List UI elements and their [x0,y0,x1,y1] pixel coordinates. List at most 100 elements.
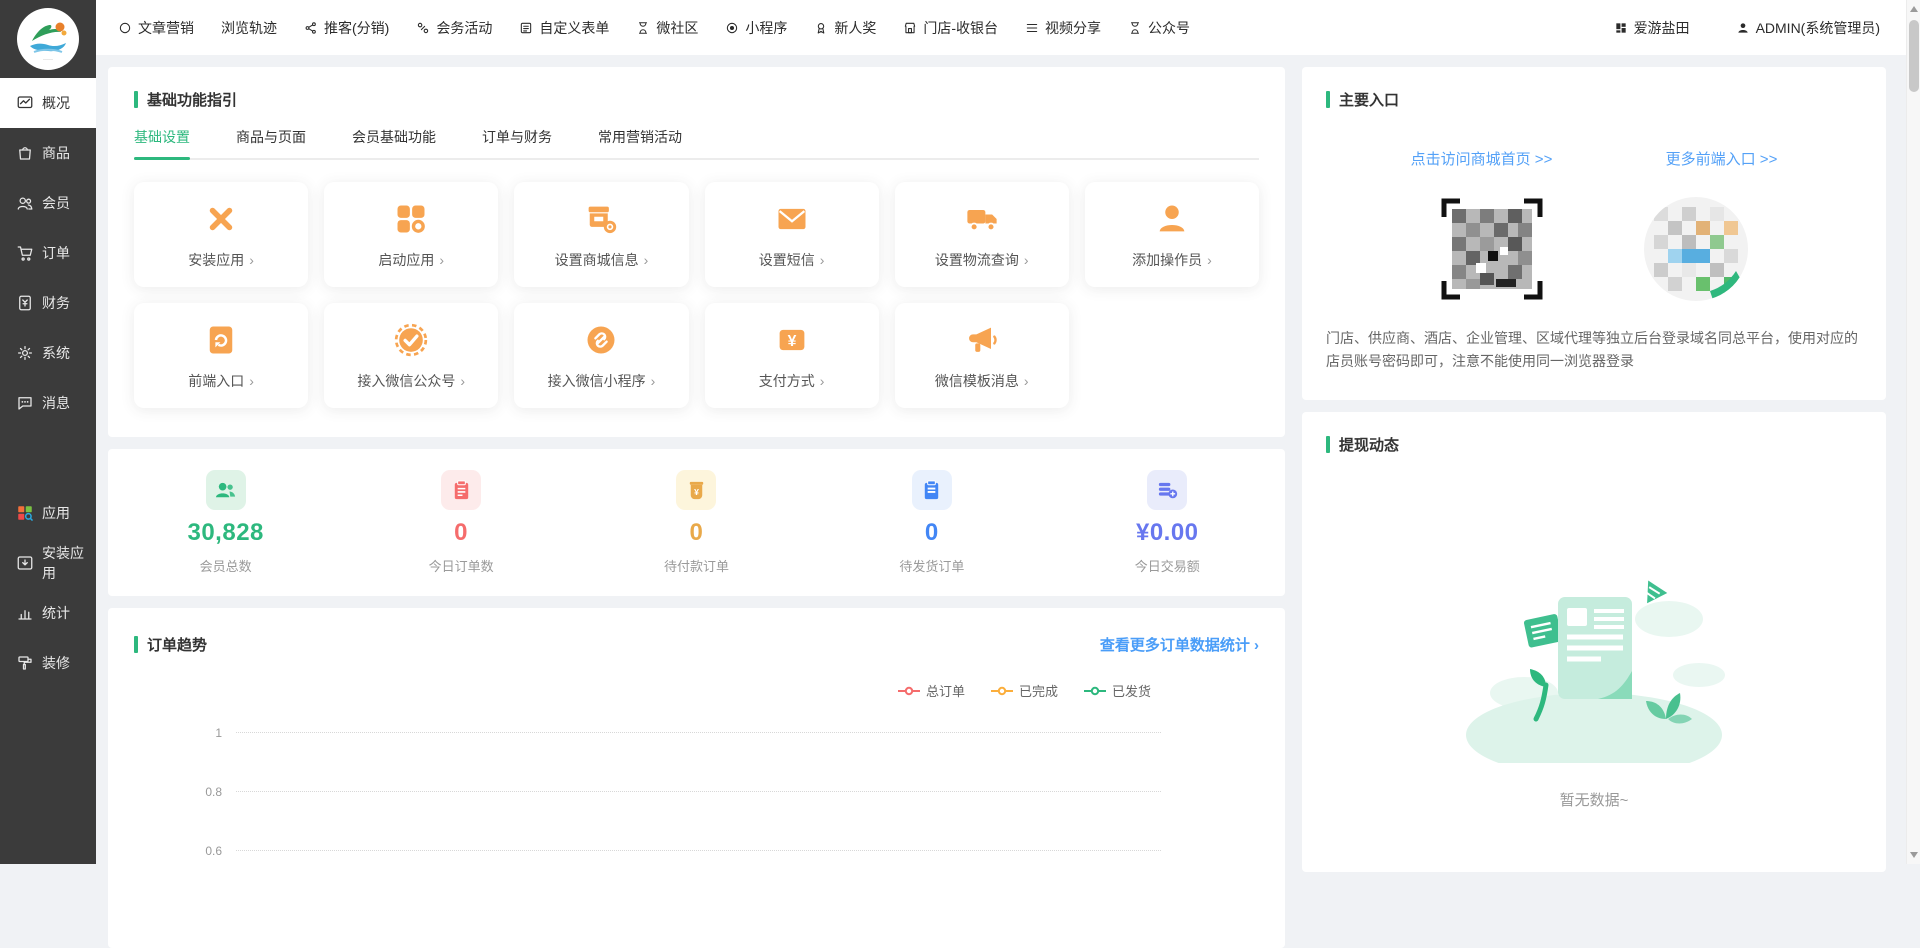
stat-value: 0 [381,519,541,547]
topnav-label: 微社区 [656,18,698,38]
card-wechat-miniapp[interactable]: 接入微信小程序› [514,303,688,408]
store-name-label: 爱游盐田 [1634,18,1690,38]
card-sms[interactable]: 设置短信› [705,182,879,287]
sidebar-item-label: 概况 [42,93,70,113]
sidebar-item-install-apps[interactable]: 安装应用 [0,538,96,588]
gear-icon [16,344,34,362]
chat-bubble-icon [16,394,34,412]
card-wechat-template-msg[interactable]: 微信模板消息› [895,303,1069,408]
link-icon [416,21,430,35]
topnav-user-menu[interactable]: ADMIN(系统管理员) [1736,18,1880,38]
miniapp-qr-code [1640,193,1752,305]
list-icon [1025,21,1039,35]
sidebar-item-goods[interactable]: 商品 [0,128,96,178]
share-icon [304,21,318,35]
tab-basic-settings[interactable]: 基础设置 [134,127,190,158]
visit-mall-home-link[interactable]: 点击访问商城首页 >> [1411,148,1553,169]
topnav-label: 门店-收银台 [923,18,998,38]
yen-jar-icon: ¥ [685,479,708,502]
card-payment-method[interactable]: ¥ 支付方式› [705,303,879,408]
topnav-item-miniprogram[interactable]: 小程序 [725,18,787,38]
more-frontend-entries-link[interactable]: 更多前端入口 >> [1666,148,1778,169]
chevron-right-icon: › [820,252,825,268]
order-clipboard-icon [450,479,473,502]
sidebar-item-label: 订单 [42,243,70,263]
svg-text:·····: ····· [43,57,53,63]
main-entry-title: 主要入口 [1339,89,1399,110]
topnav-store-name[interactable]: 爱游盐田 [1614,18,1690,38]
tab-marketing[interactable]: 常用营销活动 [598,127,682,158]
topnav-item-official-account[interactable]: 公众号 [1128,18,1190,38]
card-logistics[interactable]: 设置物流查询› [895,182,1069,287]
sidebar-item-overview[interactable]: 概况 [0,78,96,128]
stat-total-members: 30,828 会员总数 [146,470,306,575]
storefront-gear-icon [583,201,619,237]
topnav-item-custom-form[interactable]: 自定义表单 [519,18,609,38]
stat-value: 0 [852,519,1012,547]
megaphone-icon [964,322,1000,358]
card-launch-app[interactable]: 启动应用› [324,182,498,287]
legend-item-shipped[interactable]: 已发货 [1084,681,1151,700]
app-grid-icon [393,201,429,237]
stats-panel: 30,828 会员总数 0 今日订单数 ¥ 0 待付款订单 [108,449,1285,596]
panel-accent-bar [134,91,138,108]
legend-marker-icon [1084,686,1106,696]
app-logo[interactable]: ····· [17,8,79,70]
scrollbar-thumb[interactable] [1909,20,1919,92]
topnav-item-browse-track[interactable]: 浏览轨迹 [221,18,277,38]
topnav-item-newbie-award[interactable]: 新人奖 [814,18,876,38]
tab-goods-pages[interactable]: 商品与页面 [236,127,306,158]
card-install-app[interactable]: 安装应用› [134,182,308,287]
guide-cards-row2: 前端入口› 接入微信公众号› 接入微信小程序› ¥ 支付方式› 微信模板消息› [134,303,1259,408]
stat-label: 待付款订单 [616,556,776,575]
topnav-item-conference[interactable]: 会务活动 [416,18,492,38]
chevron-right-icon: › [249,373,254,389]
person-icon [1736,21,1750,35]
sidebar-item-label: 会员 [42,193,70,213]
seal-check-icon [393,322,429,358]
topnav-item-article-marketing[interactable]: 文章营销 [118,18,194,38]
chevron-right-icon: › [1024,252,1029,268]
card-frontend-entry[interactable]: 前端入口› [134,303,308,408]
scrollbar-up-arrow-icon[interactable] [1910,6,1918,12]
sidebar-item-label: 统计 [42,603,70,623]
topnav-item-distribution[interactable]: 推客(分销) [304,18,389,38]
sidebar-item-decorate[interactable]: 装修 [0,638,96,688]
topnav-item-micro-community[interactable]: 微社区 [636,18,698,38]
mall-home-qr-code [1436,193,1548,305]
user-name-label: ADMIN(系统管理员) [1756,18,1880,38]
stat-value: ¥0.00 [1087,519,1247,547]
tab-member-basics[interactable]: 会员基础功能 [352,127,436,158]
sidebar-item-label: 应用 [42,503,70,523]
topnav-label: 公众号 [1148,18,1190,38]
sidebar-item-members[interactable]: 会员 [0,178,96,228]
guide-cards-row1: 安装应用› 启动应用› 设置商城信息› 设置短信› 设置物流查询› [134,182,1259,287]
members-icon [214,479,237,502]
legend-item-completed[interactable]: 已完成 [991,681,1058,700]
sidebar-item-system[interactable]: 系统 [0,328,96,378]
legend-item-total-orders[interactable]: 总订单 [898,681,965,700]
card-wechat-official[interactable]: 接入微信公众号› [324,303,498,408]
page-scrollbar[interactable] [1906,0,1920,864]
card-add-operator[interactable]: 添加操作员› [1085,182,1259,287]
sidebar-item-label: 财务 [42,293,70,313]
sidebar-item-finance[interactable]: 财务 [0,278,96,328]
paint-roller-icon [16,654,34,672]
sidebar-item-messages[interactable]: 消息 [0,378,96,428]
legend-label: 已完成 [1019,681,1058,700]
scrollbar-down-arrow-icon[interactable] [1910,852,1918,858]
topnav-item-video-share[interactable]: 视频分享 [1025,18,1101,38]
sidebar-item-apps[interactable]: 应用 [0,488,96,538]
chevron-right-icon: › [439,252,444,268]
panel-accent-bar [134,636,138,653]
stat-unpaid-orders: ¥ 0 待付款订单 [616,470,776,575]
y-axis-tick: 0.8 [205,785,236,799]
card-mall-info[interactable]: 设置商城信息› [514,182,688,287]
sidebar-item-orders[interactable]: 订单 [0,228,96,278]
sidebar-item-statistics[interactable]: 统计 [0,588,96,638]
tab-orders-finance[interactable]: 订单与财务 [482,127,552,158]
chevron-right-icon: › [651,373,656,389]
more-order-stats-link[interactable]: 查看更多订单数据统计 › [1100,634,1259,655]
order-trend-title: 订单趋势 [147,634,207,655]
topnav-item-store-cashier[interactable]: 门店-收银台 [903,18,998,38]
